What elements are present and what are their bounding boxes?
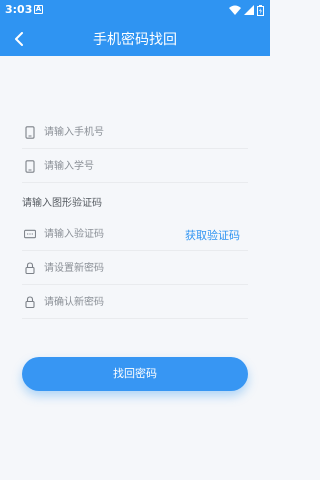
status-icons: [229, 4, 264, 16]
lock-icon: [24, 261, 36, 275]
content: 请输入图形验证码 获取验证码: [0, 56, 270, 480]
student-id-input[interactable]: [44, 156, 184, 176]
confirm-password-input[interactable]: [44, 292, 184, 312]
phone-icon: [24, 125, 36, 139]
app-bar: 手机密码找回: [0, 20, 270, 56]
status-bar: 3:03 A: [0, 0, 270, 20]
new-password-row: [22, 251, 248, 285]
phone-row: [22, 115, 248, 149]
submit-button[interactable]: 找回密码: [22, 357, 248, 391]
sms-icon: [24, 227, 36, 241]
confirm-password-row: [22, 285, 248, 319]
get-code-button[interactable]: 获取验证码: [185, 227, 240, 243]
page-title: 手机密码找回: [93, 32, 177, 48]
sms-code-row: 获取验证码: [22, 217, 248, 251]
lock-icon: [24, 295, 36, 309]
signal-icon: [244, 5, 254, 15]
status-time: 3:03: [5, 3, 33, 16]
student-id-row: [22, 149, 248, 183]
wifi-icon: [229, 5, 241, 15]
notification-icon: A: [34, 5, 43, 14]
new-password-input[interactable]: [44, 258, 184, 278]
battery-icon: [257, 4, 264, 16]
sms-code-input[interactable]: [44, 224, 184, 244]
phone-icon: [24, 159, 36, 173]
captcha-label[interactable]: 请输入图形验证码: [22, 194, 102, 209]
phone-input[interactable]: [44, 122, 184, 142]
